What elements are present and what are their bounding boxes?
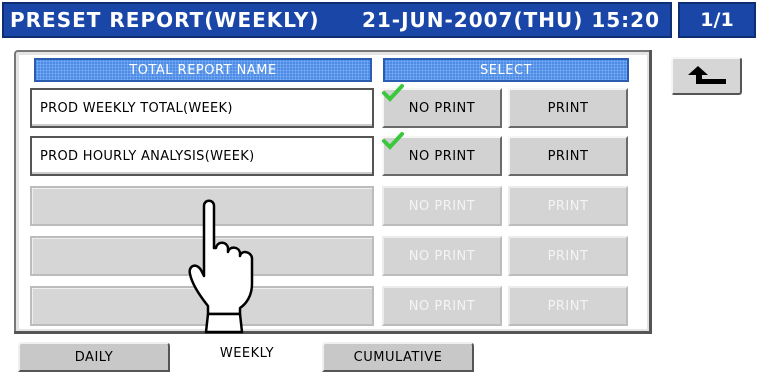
no-print-label: NO PRINT [408,148,476,164]
pointing-hand-icon [188,199,254,334]
tab-daily[interactable]: DAILY [18,342,170,372]
no-print-label: NO PRINT [408,198,476,214]
no-print-button-row-5: NO PRINT [382,286,502,326]
no-print-button-row-4: NO PRINT [382,236,502,276]
print-button-row-4: PRINT [508,236,628,276]
page-indicator: 1/1 [678,2,756,38]
no-print-button-row-3: NO PRINT [382,186,502,226]
no-print-label: NO PRINT [408,298,476,314]
no-print-button-row-2[interactable]: NO PRINT [382,132,502,176]
page-title: PRESET REPORT(WEEKLY) [10,8,320,32]
back-arrow-icon [687,66,726,84]
print-button-row-5: PRINT [508,286,628,326]
column-header-report-name: TOTAL REPORT NAME [33,57,373,83]
header: PRESET REPORT(WEEKLY) 21-JUN-2007(THU) 1… [0,0,759,40]
print-label: PRINT [547,298,589,314]
print-label: PRINT [547,148,589,164]
report-name-row-1[interactable]: PROD WEEKLY TOTAL(WEEK) [30,88,374,128]
checkmark-icon [382,84,404,102]
title-bar: PRESET REPORT(WEEKLY) 21-JUN-2007(THU) 1… [2,2,672,38]
print-label: PRINT [547,100,589,116]
no-print-label: NO PRINT [408,248,476,264]
print-label: PRINT [547,198,589,214]
print-button-row-3: PRINT [508,186,628,226]
no-print-label: NO PRINT [408,100,476,116]
tab-cumulative[interactable]: CUMULATIVE [322,342,474,372]
tab-weekly[interactable]: WEEKLY [172,334,322,372]
no-print-button-row-1[interactable]: NO PRINT [382,84,502,128]
print-label: PRINT [547,248,589,264]
print-button-row-1[interactable]: PRINT [508,88,628,128]
print-button-row-2[interactable]: PRINT [508,136,628,176]
datetime: 21-JUN-2007(THU) 15:20 [361,8,660,32]
back-button[interactable] [671,57,742,95]
checkmark-icon [382,132,404,150]
report-name-row-2[interactable]: PROD HOURLY ANALYSIS(WEEK) [30,136,374,176]
column-header-select: SELECT [382,57,630,83]
